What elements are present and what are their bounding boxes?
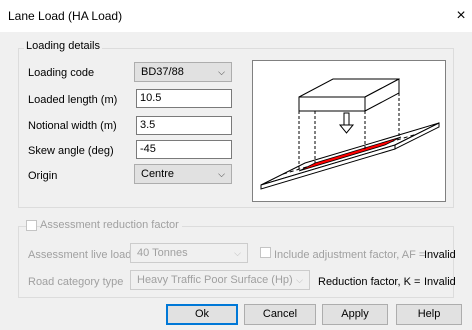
- assessment-checkbox-label: Assessment reduction factor: [40, 219, 182, 231]
- load-preview-diagram: [252, 60, 446, 202]
- help-button[interactable]: Help: [396, 304, 462, 325]
- assessment-checkbox[interactable]: [26, 220, 37, 231]
- apply-button[interactable]: Apply: [322, 304, 388, 325]
- title-bar: Lane Load (HA Load) ×: [0, 0, 472, 32]
- road-category-label: Road category type: [28, 276, 124, 288]
- adjustment-factor-value: Invalid: [424, 249, 456, 261]
- loaded-length-input[interactable]: 10.5: [136, 89, 232, 108]
- notional-width-input[interactable]: 3.5: [136, 116, 232, 135]
- window-title: Lane Load (HA Load): [8, 9, 123, 23]
- reduction-factor-value: Invalid: [424, 276, 456, 288]
- loading-code-label: Loading code: [28, 67, 95, 79]
- chevron-down-icon: ⌵: [218, 67, 225, 77]
- load-patch: [298, 136, 402, 172]
- origin-select[interactable]: Centre ⌵: [134, 164, 232, 184]
- chevron-down-icon: ⌵: [234, 248, 241, 258]
- assessment-live-load-label: Assessment live load: [28, 249, 132, 261]
- loading-code-select[interactable]: BD37/88 ⌵: [134, 62, 232, 82]
- loaded-length-label: Loaded length (m): [28, 94, 118, 106]
- skew-angle-label: Skew angle (deg): [28, 145, 114, 157]
- origin-label: Origin: [28, 170, 58, 182]
- lane-load-illustration: [260, 78, 440, 190]
- loading-code-value: BD37/88: [141, 66, 184, 78]
- adjustment-factor-checkbox[interactable]: [260, 247, 271, 258]
- road-category-select[interactable]: Heavy Traffic Poor Surface (Hp) ⌵: [130, 270, 310, 290]
- skew-angle-input[interactable]: -45: [136, 140, 232, 159]
- notional-width-label: Notional width (m): [28, 120, 117, 132]
- origin-value: Centre: [141, 168, 175, 180]
- reduction-factor-label: Reduction factor, K =: [318, 276, 421, 288]
- adjustment-factor-label: Include adjustment factor, AF =: [274, 249, 426, 261]
- ok-button[interactable]: Ok: [166, 304, 238, 325]
- road-category-value: Heavy Traffic Poor Surface (Hp): [137, 274, 293, 286]
- close-icon[interactable]: ×: [450, 0, 472, 32]
- loading-details-label: Loading details: [24, 40, 103, 52]
- cancel-button[interactable]: Cancel: [244, 304, 316, 325]
- chevron-down-icon: ⌵: [218, 169, 225, 179]
- assessment-live-load-select[interactable]: 40 Tonnes ⌵: [130, 243, 248, 263]
- chevron-down-icon: ⌵: [296, 275, 303, 285]
- assessment-live-load-value: 40 Tonnes: [137, 247, 188, 259]
